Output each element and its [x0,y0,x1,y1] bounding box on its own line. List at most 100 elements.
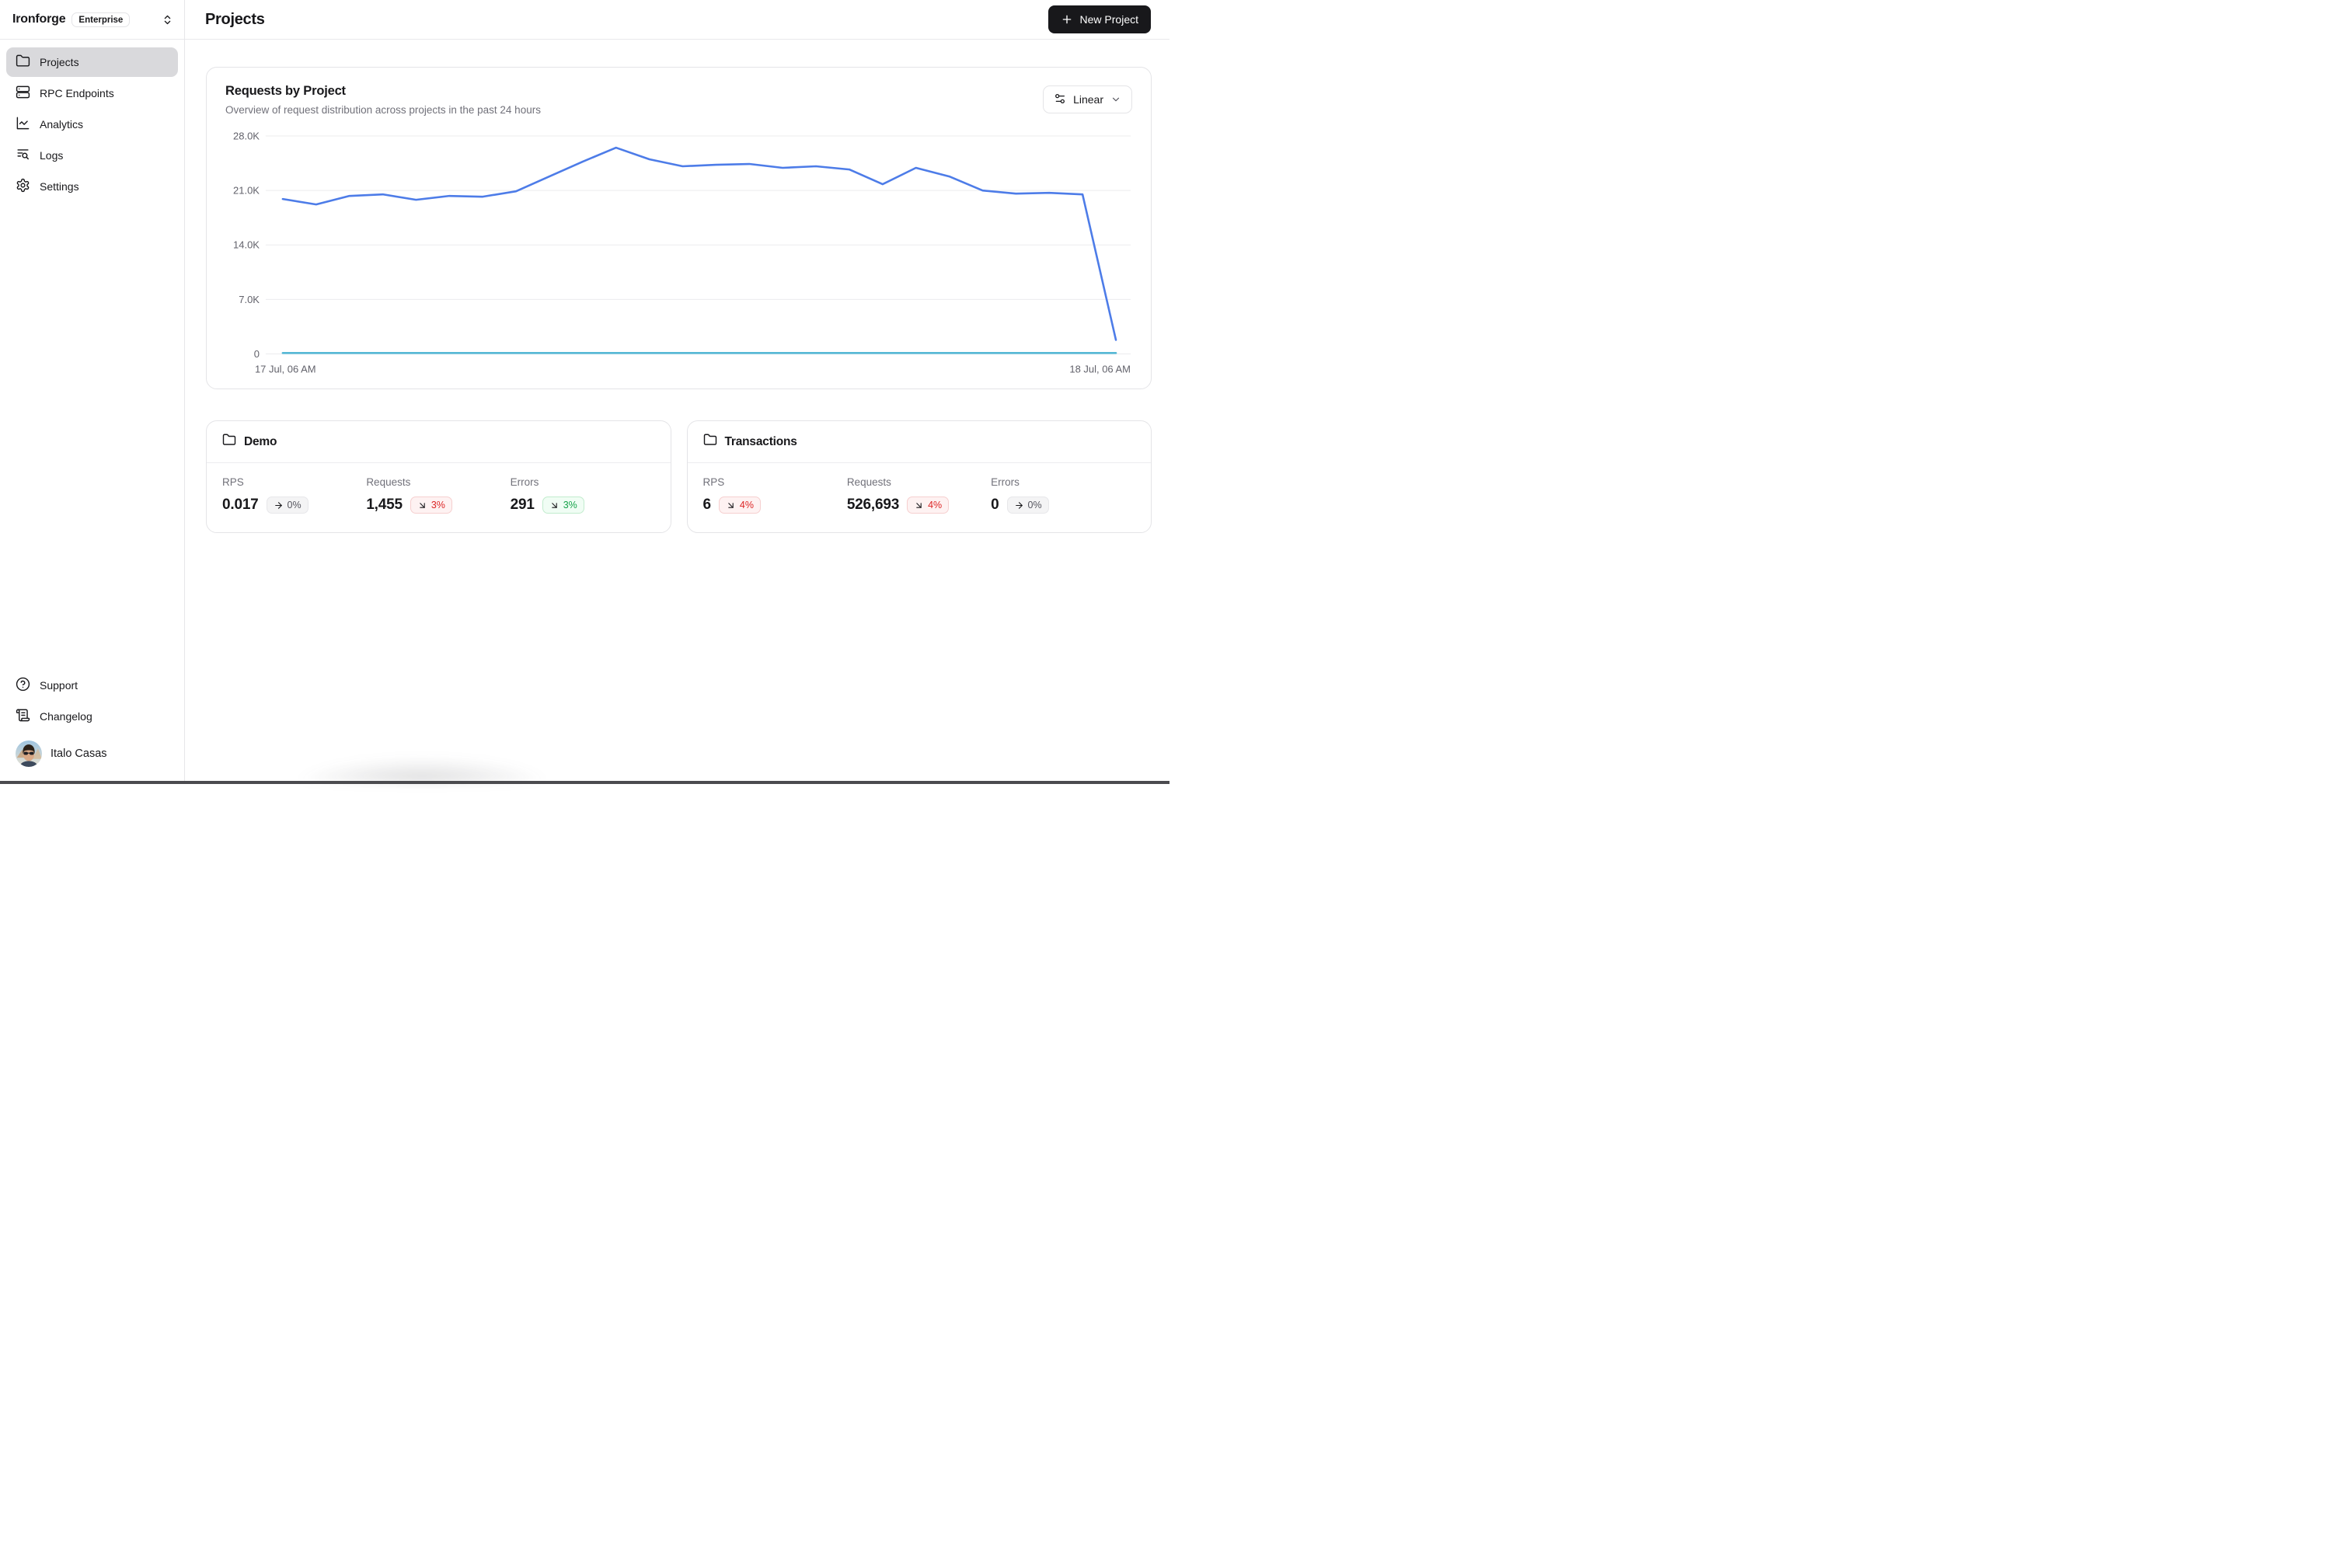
main-area: Projects New Project Requests by Project… [185,0,1170,784]
svg-text:21.0K: 21.0K [233,185,260,197]
svg-text:14.0K: 14.0K [233,239,260,251]
scale-selector[interactable]: Linear [1043,85,1132,113]
trend-value: 4% [739,500,754,511]
stat-label: RPS [702,476,725,489]
project-card-header[interactable]: Demo [207,421,671,464]
project-name: Transactions [724,434,797,448]
trend-value: 3% [563,500,577,511]
stat-errors: Errors 291 3% [511,476,654,514]
sidebar-item-settings[interactable]: Settings [6,172,178,201]
chart-subtitle: Overview of request distribution across … [225,104,541,116]
stat-value: 1,455 [366,497,403,514]
trend-badge: 0% [266,497,308,514]
project-card-header[interactable]: Transactions [687,421,1151,464]
chevrons-up-down-icon[interactable] [162,14,173,26]
trend-down-icon [726,500,736,510]
chevron-down-icon [1110,94,1121,105]
trend-badge: 4% [907,497,950,514]
sidebar-item-label: Changelog [40,710,92,723]
new-project-label: New Project [1079,13,1138,26]
sidebar-item-label: Support [40,679,78,692]
sidebar-item-label: RPC Endpoints [40,87,114,99]
app-window: Ironforge Enterprise Projects RPC Endpoi… [0,0,1170,784]
project-cards-row: Demo RPS 0.017 0% Requests 1,455 3% Erro… [206,420,1152,534]
project-card-transactions: Transactions RPS 6 4% Requests 526,693 4… [686,420,1152,534]
stat-requests: Requests 1,455 3% [366,476,510,514]
trend-value: 0% [287,500,302,511]
workspace-switcher[interactable]: Ironforge Enterprise [0,0,184,40]
scroll-icon [16,708,30,725]
trend-badge: 3% [410,497,452,514]
trend-value: 0% [1027,500,1042,511]
trend-flat-icon [1014,500,1024,510]
sidebar-item-label: Settings [40,180,79,193]
requests-chart-card: Requests by Project Overview of request … [206,67,1152,390]
content: Requests by Project Overview of request … [185,40,1170,534]
project-name: Demo [244,434,277,448]
page-title: Projects [205,10,265,28]
sidebar: Ironforge Enterprise Projects RPC Endpoi… [0,0,185,784]
stat-label: Errors [510,476,539,489]
user-menu[interactable]: Italo Casas [6,733,178,784]
trend-badge: 0% [1006,497,1049,514]
folder-icon [703,433,717,451]
chart-title: Requests by Project [225,84,346,98]
sliders-icon [1054,92,1066,107]
stat-label: Requests [846,476,891,489]
sidebar-item-changelog[interactable]: Changelog [6,702,178,731]
stat-errors: Errors 0 0% [991,476,1135,514]
chart-svg: 28.0K 21.0K 14.0K 7.0K 0 17 Jul, 06 AM 18 Jul,… [233,130,1131,375]
sidebar-item-rpc-endpoints[interactable]: RPC Endpoints [6,78,178,108]
server-icon [16,85,30,102]
trend-flat-icon [274,500,284,510]
trend-value: 4% [928,500,943,511]
sidebar-footer: Support Changelog Italo Casas [0,664,184,784]
sidebar-nav: Projects RPC Endpoints Analytics Logs Se… [0,40,184,209]
plan-badge: Enterprise [71,12,131,27]
svg-text:0: 0 [254,348,260,360]
folder-icon [222,433,236,451]
stat-value: 0 [991,497,999,514]
stat-label: Requests [366,476,411,489]
stat-rps: RPS 0.017 0% [222,476,366,514]
plus-icon [1061,13,1073,26]
requests-line-chart: 28.0K 21.0K 14.0K 7.0K 0 17 Jul, 06 AM 18 Jul,… [225,128,1132,378]
stat-label: RPS [222,476,244,489]
gear-icon [16,178,30,195]
stat-value: 0.017 [222,497,259,514]
stat-value: 291 [510,497,535,514]
folder-icon [16,54,30,71]
sidebar-item-label: Analytics [40,118,84,131]
brand-name: Ironforge [12,12,66,26]
project-card-stats: RPS 0.017 0% Requests 1,455 3% Errors 29… [207,463,671,532]
stat-label: Errors [991,476,1020,489]
new-project-button[interactable]: New Project [1047,5,1151,33]
scale-selector-value: Linear [1073,93,1103,106]
chart-card-heading: Requests by Project Overview of request … [225,84,541,116]
project-card-stats: RPS 6 4% Requests 526,693 4% Errors 0 0% [688,463,1152,532]
list-search-icon [16,147,30,164]
project-card-demo: Demo RPS 0.017 0% Requests 1,455 3% Erro… [206,420,671,534]
help-circle-icon [16,677,30,694]
svg-text:17 Jul, 06 AM: 17 Jul, 06 AM [255,363,316,375]
svg-text:7.0K: 7.0K [239,294,260,305]
avatar [16,740,42,767]
sidebar-item-logs[interactable]: Logs [6,141,178,170]
stat-value: 526,693 [846,497,900,514]
sidebar-item-analytics[interactable]: Analytics [6,110,178,139]
stat-requests: Requests 526,693 4% [847,476,991,514]
sidebar-item-label: Projects [40,56,79,68]
trend-down-icon [417,500,427,510]
trend-down-icon [914,500,924,510]
window-bottom-edge [0,781,1170,784]
svg-text:28.0K: 28.0K [233,130,260,141]
user-name: Italo Casas [51,747,107,760]
svg-text:18 Jul, 06 AM: 18 Jul, 06 AM [1069,363,1131,375]
trend-value: 3% [431,500,445,511]
trend-down-icon [549,500,559,510]
sidebar-item-projects[interactable]: Projects [6,47,178,77]
page-header: Projects New Project [185,0,1170,40]
chart-line-icon [16,116,30,133]
sidebar-item-support[interactable]: Support [6,671,178,700]
